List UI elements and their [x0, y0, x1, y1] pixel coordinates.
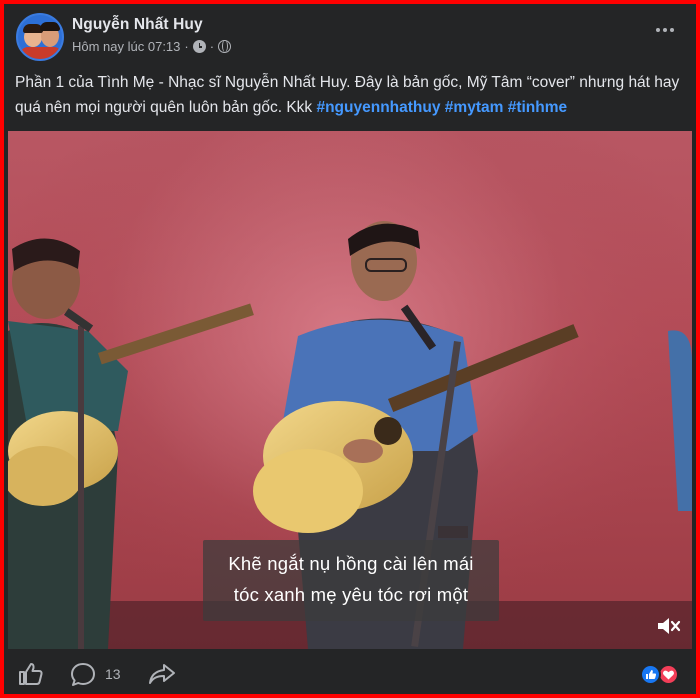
author-name[interactable]: Nguyễn Nhất Huy: [72, 16, 203, 34]
meta-separator-2: ·: [209, 39, 215, 54]
video-subtitle: Khẽ ngắt nụ hồng cài lên mái tóc xanh mẹ…: [203, 540, 499, 621]
hashtag-link[interactable]: #nguyennhathuy: [316, 99, 440, 116]
like-reaction-icon[interactable]: [640, 664, 661, 685]
avatar[interactable]: [16, 13, 64, 61]
post-caption: Phần 1 của Tình Mẹ - Nhạc sĩ Nguyễn Nhất…: [15, 70, 691, 120]
love-reaction-icon[interactable]: [658, 664, 679, 685]
hashtag-link[interactable]: #tinhme: [508, 99, 567, 116]
comment-count[interactable]: 13: [105, 666, 121, 682]
post-meta: Hôm nay lúc 07:13 · ·: [72, 39, 232, 54]
mute-icon[interactable]: [656, 615, 682, 637]
like-icon[interactable]: [18, 662, 44, 686]
meta-separator: ·: [184, 39, 189, 54]
clock-icon: [192, 40, 206, 53]
video-player[interactable]: Khẽ ngắt nụ hồng cài lên mái tóc xanh mẹ…: [8, 131, 692, 649]
post-timestamp[interactable]: Hôm nay lúc 07:13: [72, 39, 180, 54]
subtitle-line-2: tóc xanh mẹ yêu tóc rơi một: [233, 584, 469, 605]
post-card: Nguyễn Nhất Huy Hôm nay lúc 07:13 · · Ph…: [4, 4, 696, 694]
post-actions: 13: [4, 654, 696, 694]
more-options-icon[interactable]: [656, 26, 678, 34]
globe-icon[interactable]: [218, 40, 232, 53]
subtitle-line-1: Khẽ ngắt nụ hồng cài lên mái: [228, 553, 474, 574]
hashtag-link[interactable]: #mytam: [445, 99, 504, 116]
comment-icon[interactable]: [70, 662, 96, 687]
share-icon[interactable]: [148, 662, 176, 686]
